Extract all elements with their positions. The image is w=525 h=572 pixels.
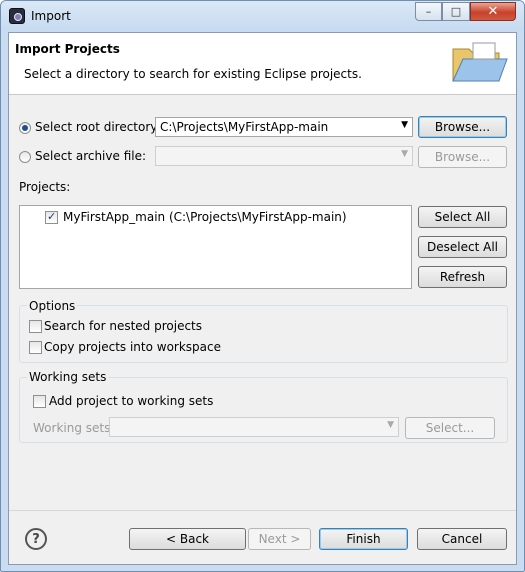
window-title: Import — [31, 9, 71, 23]
add-working-sets-checkbox[interactable] — [33, 395, 46, 408]
open-folder-icon — [452, 42, 508, 82]
title-bar[interactable]: Import – □ ✕ — [1, 1, 524, 31]
dropdown-arrow-icon[interactable]: ▼ — [401, 120, 408, 130]
browse-root-button[interactable]: Browse... — [418, 116, 507, 138]
wizard-title: Import Projects — [15, 42, 120, 56]
project-checkbox[interactable] — [45, 210, 58, 224]
wizard-description: Select a directory to search for existin… — [24, 67, 362, 81]
dropdown-arrow-icon[interactable]: ▼ — [387, 420, 394, 430]
select-working-sets-button[interactable]: Select... — [405, 417, 495, 439]
browse-archive-button[interactable]: Browse... — [418, 146, 507, 168]
options-title: Options — [27, 299, 78, 313]
archive-file-label: Select archive file: — [35, 149, 147, 163]
deselect-all-button[interactable]: Deselect All — [418, 236, 507, 258]
dropdown-arrow-icon[interactable]: ▼ — [401, 149, 408, 159]
root-directory-combo[interactable]: C:\Projects\MyFirstApp-main ▼ — [155, 117, 413, 137]
help-icon[interactable]: ? — [25, 528, 47, 550]
nested-projects-label[interactable]: Search for nested projects — [44, 319, 202, 333]
root-directory-label: Select root directory: — [35, 120, 161, 134]
root-directory-value: C:\Projects\MyFirstApp-main — [160, 120, 329, 134]
close-button[interactable]: ✕ — [470, 2, 516, 21]
refresh-button[interactable]: Refresh — [418, 266, 507, 288]
project-list-item[interactable]: MyFirstApp_main (C:\Projects\MyFirstApp-… — [63, 210, 347, 224]
minimize-button[interactable]: – — [415, 2, 442, 21]
copy-projects-checkbox[interactable] — [29, 341, 42, 354]
maximize-button[interactable]: □ — [442, 2, 470, 21]
root-directory-radio[interactable] — [19, 122, 31, 134]
close-icon: ✕ — [487, 4, 499, 19]
archive-file-radio[interactable] — [19, 151, 31, 163]
archive-file-combo[interactable]: ▼ — [155, 146, 413, 166]
minimize-icon: – — [425, 5, 432, 18]
dialog-content: Import Projects Select a directory to se… — [8, 32, 517, 565]
import-window: Import – □ ✕ Import Projects Select a di… — [0, 0, 525, 572]
working-sets-combo[interactable]: ▼ — [109, 417, 399, 437]
select-all-button[interactable]: Select All — [418, 206, 507, 228]
next-button[interactable]: Next > — [248, 528, 311, 550]
eclipse-app-icon — [9, 8, 25, 24]
working-sets-title: Working sets — [27, 370, 109, 384]
add-working-sets-label[interactable]: Add project to working sets — [49, 394, 213, 408]
footer-separator — [9, 510, 516, 511]
maximize-icon: □ — [450, 5, 462, 18]
projects-label: Projects: — [19, 180, 71, 194]
nested-projects-checkbox[interactable] — [29, 320, 42, 333]
back-button[interactable]: < Back — [129, 528, 246, 550]
finish-button[interactable]: Finish — [319, 528, 408, 550]
wizard-banner: Import Projects Select a directory to se… — [9, 33, 516, 95]
options-group — [19, 305, 508, 363]
projects-list[interactable]: MyFirstApp_main (C:\Projects\MyFirstApp-… — [19, 205, 412, 289]
working-sets-field-label: Working sets: — [33, 421, 115, 435]
cancel-button[interactable]: Cancel — [417, 528, 507, 550]
copy-projects-label[interactable]: Copy projects into workspace — [44, 340, 221, 354]
